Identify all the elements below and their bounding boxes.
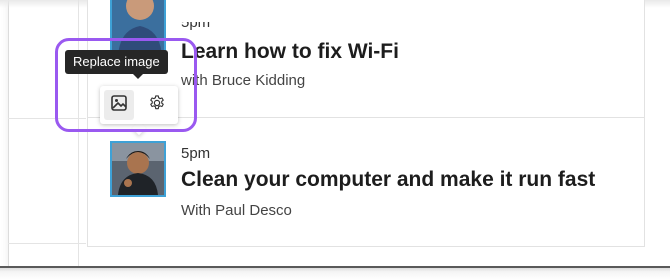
- presenter-photo[interactable]: [110, 141, 166, 197]
- session-time: 5pm: [181, 145, 211, 162]
- gear-icon: [148, 94, 166, 117]
- presenter-photo-image: [112, 143, 164, 195]
- session-presenter: With Paul Desco: [181, 202, 292, 219]
- session-title[interactable]: Learn how to fix Wi-Fi: [181, 40, 399, 64]
- session-title[interactable]: Clean your computer and make it run fast: [181, 168, 595, 192]
- session-presenter: with Bruce Kidding: [181, 72, 306, 89]
- replace-image-button[interactable]: [104, 90, 134, 120]
- image-toolbar: [100, 86, 178, 124]
- window-bottom-edge: [0, 266, 670, 268]
- presenter-photo[interactable]: [110, 0, 166, 54]
- presenter-photo-image: [112, 0, 164, 52]
- editor-canvas: 5pm Learn how to fix Wi-Fi with Bruce Ki…: [0, 0, 670, 280]
- image-settings-button[interactable]: [142, 90, 172, 120]
- tooltip-arrow: [133, 74, 143, 79]
- column-guide-line: [78, 0, 79, 266]
- row-guide-line: [8, 118, 86, 119]
- row-guide-line: [8, 243, 86, 244]
- image-icon: [110, 94, 128, 117]
- window-bottom-shadow: [0, 266, 670, 280]
- replace-image-tooltip: Replace image: [65, 50, 168, 74]
